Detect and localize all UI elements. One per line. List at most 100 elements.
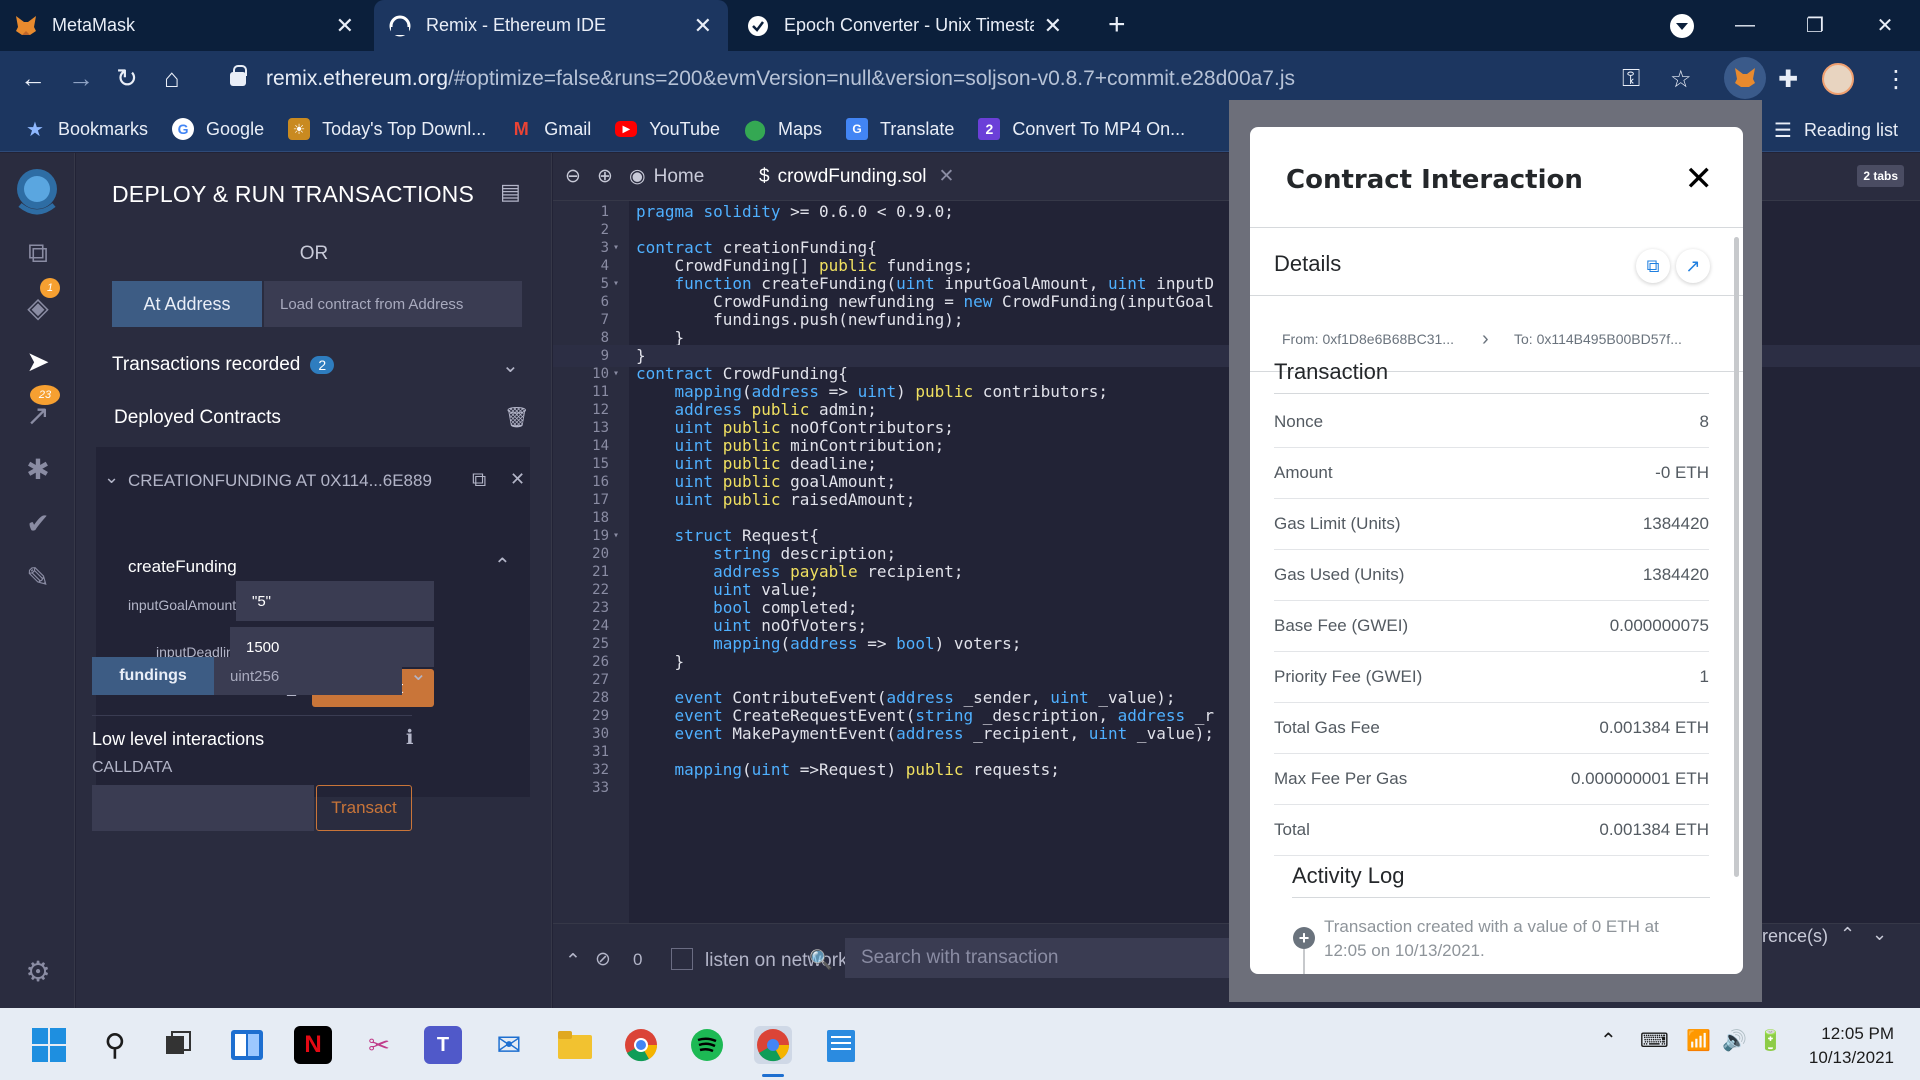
spotify-icon[interactable]	[688, 1026, 726, 1064]
input-goal-amount-field[interactable]: "5"	[236, 581, 434, 621]
widgets-icon[interactable]	[228, 1026, 266, 1064]
search-icon[interactable]: ⚲	[96, 1026, 134, 1064]
at-address-button[interactable]: At Address	[112, 281, 262, 327]
info-icon[interactable]: ℹ	[406, 725, 414, 750]
bookmark-google[interactable]: G Google	[172, 118, 264, 140]
chevron-up-icon[interactable]: ⌃	[494, 553, 511, 578]
star-icon[interactable]: ☆	[1670, 65, 1692, 94]
bookmark-maps[interactable]: ⬤ Maps	[744, 118, 822, 141]
row-value: 1384420	[1642, 514, 1709, 533]
from-address[interactable]: From: 0xf1D8e6B68BC31...	[1282, 331, 1454, 347]
tab-title: Epoch Converter - Unix Timestam	[784, 15, 1034, 35]
battery-icon[interactable]: 🔋	[1758, 1028, 1783, 1053]
chevron-down-icon[interactable]: ⌄	[502, 353, 519, 378]
scrollbar[interactable]	[1734, 237, 1739, 877]
testing-icon[interactable]: ✔	[20, 505, 56, 541]
puzzle-icon[interactable]: ✚	[1778, 65, 1798, 94]
tab-search-icon[interactable]	[1670, 14, 1694, 38]
calldata-input[interactable]	[92, 785, 314, 831]
close-icon[interactable]: ✕	[939, 165, 955, 188]
debugger-icon[interactable]: ✱	[20, 451, 56, 487]
chrome-profile-icon[interactable]	[754, 1026, 792, 1064]
back-icon[interactable]: ←	[20, 63, 46, 94]
reload-icon[interactable]: ↻	[116, 63, 138, 94]
tab-remix[interactable]: Remix - Ethereum IDE ✕	[374, 0, 728, 51]
system-clock[interactable]: 12:05 PM 10/13/2021	[1809, 1022, 1894, 1070]
to-address[interactable]: To: 0x114B495B00BD57f...	[1514, 331, 1682, 347]
snipping-tool-icon[interactable]: ✂	[360, 1026, 398, 1064]
transactions-recorded[interactable]: Transactions recorded 2	[112, 354, 335, 376]
volume-icon[interactable]: 🔊	[1722, 1028, 1747, 1053]
close-icon[interactable]: ✕	[336, 13, 354, 39]
chevron-up-icon[interactable]: ⌃	[1600, 1028, 1617, 1053]
fundings-uint-input[interactable]: uint256	[214, 657, 402, 695]
bookmark-bookmarks[interactable]: ★ Bookmarks	[24, 118, 148, 141]
tab-metamask[interactable]: MetaMask ✕	[0, 0, 370, 51]
copy-icon[interactable]: ⧉	[472, 469, 486, 492]
chevron-down-icon[interactable]: ⌄	[1872, 924, 1887, 945]
wifi-icon[interactable]: 📶	[1686, 1028, 1711, 1053]
home-icon: ◉	[629, 166, 646, 187]
settings-gear-icon[interactable]: ⚙	[20, 953, 56, 989]
home-icon[interactable]: ⌂	[164, 63, 180, 94]
listen-checkbox[interactable]	[671, 948, 693, 970]
zoom-out-icon[interactable]: ⊖	[565, 165, 581, 188]
mail-icon[interactable]: ✉	[490, 1026, 528, 1064]
tab-crowdfunding-sol[interactable]: $ crowdFunding.sol ✕	[759, 165, 954, 188]
bookmark-gmail[interactable]: M Gmail	[510, 118, 592, 140]
collapse-terminal-icon[interactable]: ⌃	[565, 950, 581, 973]
chrome-icon[interactable]	[622, 1026, 660, 1064]
transaction-row: Total 0.001384 ETH	[1274, 805, 1709, 856]
chevron-up-icon[interactable]: ⌃	[1840, 924, 1855, 945]
remix-logo-icon[interactable]	[6, 163, 68, 219]
bookmark-youtube[interactable]: ▶ YouTube	[615, 119, 720, 140]
terminal-search-input[interactable]: Search with transaction	[845, 938, 1245, 978]
low-level-transact-button[interactable]: Transact	[316, 785, 412, 831]
clear-console-icon[interactable]: ⊘	[595, 948, 611, 971]
window-close-icon[interactable]: ✕	[1850, 13, 1920, 38]
tab-epoch-converter[interactable]: Epoch Converter - Unix Timestam ✕	[732, 0, 1078, 51]
close-icon[interactable]: ✕	[510, 469, 525, 490]
file-explorer-icon[interactable]: ⧉	[20, 235, 56, 271]
row-value: 0.000000001 ETH	[1571, 769, 1709, 788]
copy-icon[interactable]: ⧉	[1636, 249, 1670, 283]
teams-icon[interactable]: T	[424, 1026, 462, 1064]
windows-start-icon[interactable]	[30, 1026, 68, 1064]
forward-icon[interactable]: →	[68, 63, 94, 94]
address-bar[interactable]: remix.ethereum.org/#optimize=false&runs=…	[210, 57, 1710, 101]
deploy-run-icon[interactable]: ➤	[20, 343, 56, 379]
load-contract-address-input[interactable]: Load contract from Address	[264, 281, 522, 327]
chevron-down-icon[interactable]: ⌄	[410, 661, 427, 686]
trash-icon[interactable]: 🗑	[504, 405, 529, 430]
reading-list[interactable]: ☰ Reading list	[1774, 118, 1898, 143]
close-icon[interactable]: ✕	[1685, 159, 1714, 199]
file-explorer-icon[interactable]	[556, 1026, 594, 1064]
chevron-down-icon[interactable]: ⌄	[104, 467, 119, 488]
task-view-icon[interactable]	[160, 1026, 198, 1064]
fundings-button[interactable]: fundings	[92, 657, 214, 695]
restore-icon[interactable]: ❐	[1780, 13, 1850, 38]
browser-toolbar: ← → ↻ ⌂ remix.ethereum.org/#optimize=fal…	[0, 51, 1920, 107]
bookmark-translate[interactable]: G Translate	[846, 118, 954, 140]
key-icon[interactable]: ⚿	[1622, 65, 1640, 93]
tab-home[interactable]: ◉ Home	[629, 165, 704, 188]
avatar[interactable]	[1822, 63, 1854, 95]
external-link-icon[interactable]: ↗	[1676, 249, 1710, 283]
clock-date: 10/13/2021	[1808, 1048, 1894, 1067]
close-icon[interactable]: ✕	[694, 13, 712, 39]
row-value: -0 ETH	[1655, 463, 1709, 482]
docs-icon[interactable]: ▤	[500, 179, 521, 205]
more-menu-icon[interactable]: ⋮	[1884, 65, 1908, 94]
plugin-manager-icon[interactable]: ✎	[20, 559, 56, 595]
bookmark-todays-top[interactable]: ☀ Today's Top Downl...	[288, 118, 486, 140]
metamask-extension-icon[interactable]	[1724, 57, 1766, 99]
close-icon[interactable]: ✕	[1044, 13, 1062, 39]
notepad-icon[interactable]	[822, 1026, 860, 1064]
keyboard-icon[interactable]: ⌨	[1640, 1028, 1669, 1053]
netflix-icon[interactable]: N	[294, 1026, 332, 1064]
tabs-dropdown[interactable]: 2 tabs	[1857, 165, 1904, 187]
minimize-icon[interactable]: —	[1710, 14, 1780, 37]
zoom-in-icon[interactable]: ⊕	[597, 165, 613, 188]
bookmark-convert-mp4[interactable]: 2 Convert To MP4 On...	[978, 118, 1185, 140]
new-tab-button[interactable]: +	[1108, 8, 1126, 42]
